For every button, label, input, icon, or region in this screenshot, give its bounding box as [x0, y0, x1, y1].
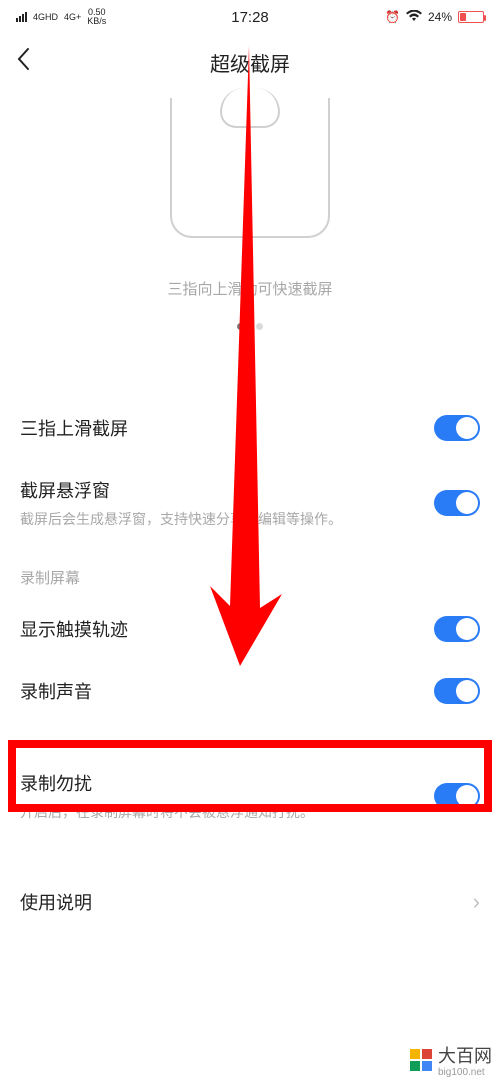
clock: 17:28 [231, 9, 269, 26]
setting-desc: 开启后，在录制屏幕时将不会被悬浮通知打扰。 [20, 802, 418, 822]
setting-label: 显示触摸轨迹 [20, 616, 418, 642]
setting-show-touches[interactable]: 显示触摸轨迹 [0, 598, 500, 660]
network-1: 4GHD [33, 13, 58, 22]
toggle-sound[interactable] [434, 678, 480, 704]
watermark: 大百网 big100.net [410, 1042, 492, 1078]
setting-label: 录制勿扰 [20, 770, 418, 796]
battery-icon [458, 11, 484, 23]
setting-label: 录制声音 [20, 678, 418, 704]
nav-bar: 超级截屏 [0, 34, 500, 90]
setting-label: 截屏悬浮窗 [20, 477, 418, 503]
status-right: ⏰ 24% [385, 10, 484, 25]
toggle-floating[interactable] [434, 490, 480, 516]
illustration-caption: 三指向上滑动可快速截屏 [0, 278, 500, 299]
watermark-logo-icon [410, 1049, 432, 1071]
setting-usage-help[interactable]: 使用说明 › [0, 871, 500, 933]
dot-2 [256, 323, 263, 330]
setting-record-sound[interactable]: 录制声音 [0, 660, 500, 722]
battery-pct: 24% [428, 10, 452, 24]
watermark-brand: 大百网 [438, 1046, 492, 1066]
chevron-right-icon: › [473, 889, 480, 915]
wifi-icon [406, 10, 422, 25]
gesture-illustration[interactable] [0, 90, 500, 250]
setting-label: 使用说明 [20, 889, 457, 915]
dot-1 [237, 323, 244, 330]
net-speed: 0.50 KB/s [87, 8, 106, 26]
setting-desc: 截屏后会生成悬浮窗，支持快速分享、编辑等操作。 [20, 509, 418, 529]
phone-outline-graphic [170, 98, 330, 238]
page-indicator[interactable] [0, 317, 500, 335]
watermark-domain: big100.net [438, 1068, 492, 1078]
section-header-record: 录制屏幕 [0, 547, 500, 598]
hand-icon [220, 88, 280, 128]
toggle-touches[interactable] [434, 616, 480, 642]
back-button[interactable] [16, 47, 30, 78]
network-2: 4G+ [64, 13, 81, 22]
setting-swipe-screenshot[interactable]: 三指上滑截屏 [0, 397, 500, 459]
setting-label: 三指上滑截屏 [20, 415, 418, 441]
settings-list: 三指上滑截屏 截屏悬浮窗 截屏后会生成悬浮窗，支持快速分享、编辑等操作。 录制屏… [0, 397, 500, 933]
page-title: 超级截屏 [210, 48, 290, 77]
alarm-icon: ⏰ [385, 10, 400, 24]
toggle-dnd[interactable] [434, 783, 480, 809]
status-bar: 4GHD 4G+ 0.50 KB/s 17:28 ⏰ 24% [0, 0, 500, 34]
setting-floating-window[interactable]: 截屏悬浮窗 截屏后会生成悬浮窗，支持快速分享、编辑等操作。 [0, 459, 500, 547]
status-left: 4GHD 4G+ 0.50 KB/s [16, 8, 106, 26]
signal-icon [16, 12, 27, 22]
setting-record-dnd[interactable]: 录制勿扰 开启后，在录制屏幕时将不会被悬浮通知打扰。 [0, 752, 500, 840]
toggle-swipe[interactable] [434, 415, 480, 441]
